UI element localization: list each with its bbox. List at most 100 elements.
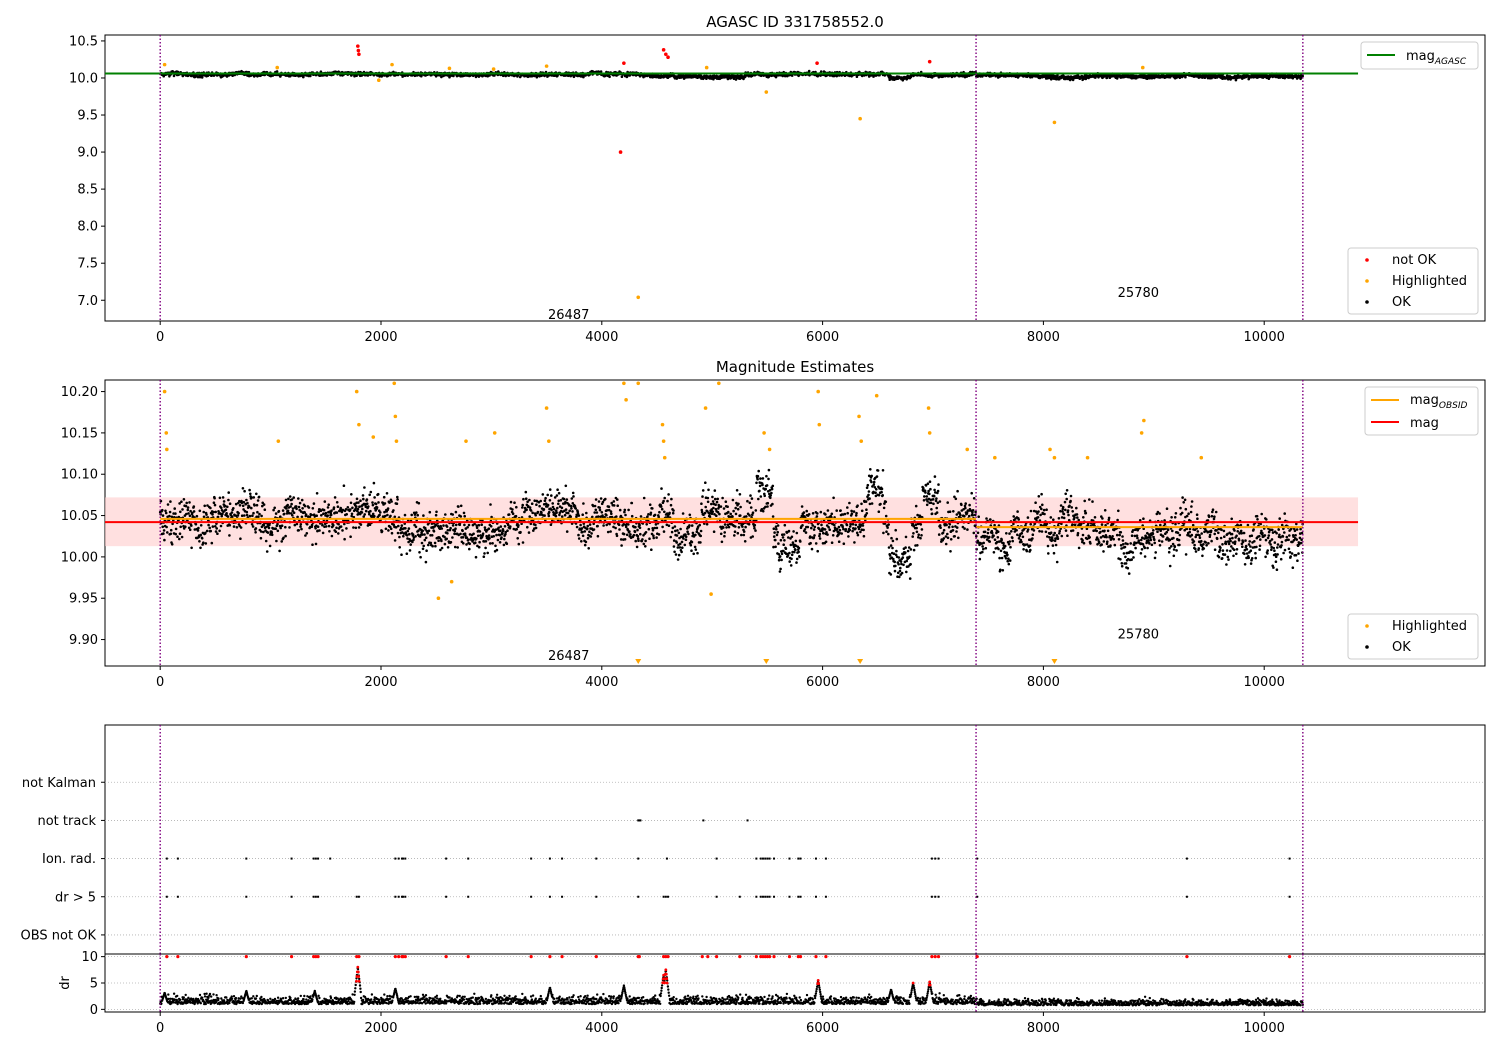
dr-capped-point	[176, 955, 180, 959]
flags-panel: OBS not OK dr > 5 Ion. rad. not track not Ka…	[21, 724, 1486, 955]
dr-capped-point	[466, 955, 470, 959]
flag-point	[799, 895, 802, 898]
obsid-label: 25780	[1118, 628, 1159, 643]
flag-point	[402, 857, 405, 860]
not-ok-point	[664, 52, 668, 57]
highlighted-point	[874, 393, 879, 398]
panel2-plot-area: 9.90 9.95 10.00 10.05 10.10 10.15 10.20 0 2000 40…	[61, 379, 1486, 690]
flag-point	[773, 895, 776, 898]
flag-point	[639, 819, 642, 822]
dr-capped-point	[397, 955, 401, 959]
highlighted-point	[162, 389, 167, 394]
highlighted-point	[162, 62, 167, 67]
dr-capped-point	[798, 955, 803, 959]
category-label: dr > 5	[55, 890, 96, 905]
x-tick-label: 10000	[1244, 330, 1285, 345]
panel1-legend-mag: magAGASC	[1360, 41, 1479, 70]
highlighted-point	[393, 414, 398, 419]
flag-point	[768, 857, 771, 860]
highlighted-point	[624, 398, 628, 402]
offscale-marker	[763, 659, 770, 664]
obsid-label: 26487	[548, 649, 589, 664]
highlighted-point	[767, 447, 772, 452]
highlighted-point	[1085, 455, 1090, 460]
flag-point	[768, 895, 771, 898]
legend-marker-highlighted-icon	[1365, 624, 1369, 628]
highlighted-point	[1052, 455, 1057, 460]
flag-point	[314, 895, 317, 898]
category-label: Ion. rad.	[42, 852, 96, 867]
highlighted-point	[993, 455, 997, 460]
obsid-label: 25780	[1118, 286, 1159, 301]
dr-peak-point	[817, 982, 821, 985]
panel4-plot-area: 0 5 10 0 2000 4000 6000 8000 10000	[81, 950, 1486, 1036]
dr-peak-point	[816, 978, 820, 982]
flag-point	[595, 857, 598, 860]
dr-capped-point	[1185, 955, 1189, 959]
y-tick-label: 10.0	[69, 71, 98, 86]
flag-point	[715, 895, 718, 898]
figure: AGASC ID 331758552.0 7.0 7.5 8.0 8.5 9.0 9.5 1…	[21, 13, 1486, 1036]
highlighted-point	[622, 381, 626, 386]
y-tick-label: 7.0	[77, 294, 98, 309]
highlighted-point	[544, 406, 549, 410]
highlighted-point	[703, 406, 708, 410]
flag-point	[665, 857, 668, 860]
x-tick-label: 4000	[585, 1021, 618, 1036]
flag-point	[1288, 895, 1291, 898]
dr-capped-point	[165, 955, 169, 959]
dr-peak-point	[665, 981, 669, 985]
x-tick-label: 2000	[364, 330, 397, 345]
y-tick-label: 10	[81, 950, 98, 965]
flag-point	[755, 895, 758, 898]
highlighted-point	[436, 596, 441, 601]
legend-marker-highlighted-icon	[1365, 279, 1369, 283]
highlighted-point	[354, 389, 359, 394]
highlighted-point	[859, 439, 864, 443]
dr-capped-point	[316, 955, 320, 959]
highlighted-point	[464, 439, 468, 443]
flag-point	[799, 857, 802, 860]
dr-peak-point	[662, 973, 666, 977]
dr-capped-point	[700, 955, 704, 959]
highlighted-point	[449, 579, 454, 584]
flag-point	[1185, 857, 1188, 860]
flag-point	[637, 857, 640, 860]
flag-point	[746, 819, 749, 822]
flag-point	[764, 895, 767, 898]
highlighted-point	[390, 62, 394, 67]
flag-point	[797, 895, 800, 898]
flag-point	[290, 895, 293, 898]
panel1-plot-area: 7.0 7.5 8.0 8.5 9.0 9.5 10.0 10.5 0 2000 4000 6000 8…	[69, 34, 1486, 345]
legend-label-highlighted: Highlighted	[1392, 619, 1467, 634]
flag-point	[329, 857, 332, 860]
x-tick-label: 10000	[1244, 675, 1285, 690]
flag-point	[824, 857, 827, 860]
legend-marker-ok-icon	[1365, 645, 1369, 649]
dr-capped-point	[715, 955, 719, 959]
panel2-legend-status: Highlighted OK	[1347, 613, 1479, 660]
flag-point	[595, 895, 598, 898]
dr-peak-point	[928, 980, 932, 984]
dr-peak-point	[356, 965, 360, 969]
dr-capped-point	[933, 955, 937, 959]
y-tick-label: 5	[90, 977, 98, 992]
flag-point	[755, 857, 758, 860]
flag-point	[548, 895, 551, 898]
highlighted-point	[927, 431, 932, 435]
x-tick-label: 2000	[364, 1021, 397, 1036]
x-tick-label: 6000	[806, 1021, 839, 1036]
flag-point	[766, 895, 769, 898]
y-tick-label: 10.20	[61, 385, 98, 400]
y-tick-label: 10.00	[61, 550, 98, 565]
dr-capped-point	[754, 955, 758, 959]
y-tick-label: 10.5	[69, 34, 98, 49]
x-tick-label: 6000	[806, 330, 839, 345]
dr-capped-point	[393, 955, 397, 959]
flag-point	[530, 895, 533, 898]
highlighted-point	[661, 439, 666, 443]
flag-point	[766, 857, 769, 860]
highlighted-point	[275, 65, 280, 70]
y-tick-label: 9.0	[77, 146, 98, 161]
flag-point	[937, 857, 940, 860]
